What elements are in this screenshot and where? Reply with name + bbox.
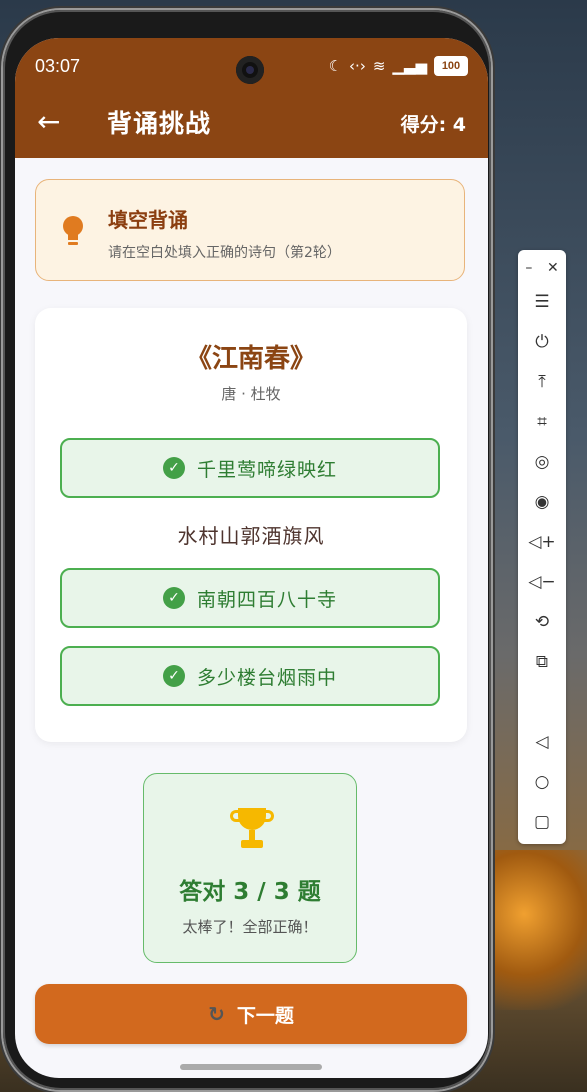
poem-line-answer: ✓ 南朝四百八十寺 — [60, 568, 440, 628]
volume-up-icon[interactable]: ◁+ — [518, 532, 566, 552]
next-question-button[interactable]: ↻ 下一题 — [35, 984, 467, 1044]
volume-down-icon[interactable]: ◁− — [518, 572, 566, 592]
page-title: 背诵挑战 — [107, 109, 212, 138]
poem-line-answer: ✓ 多少楼台烟雨中 — [60, 646, 440, 706]
back-icon[interactable]: ◁ — [518, 732, 566, 752]
score-label: 得分: 4 — [400, 114, 466, 136]
check-circle-icon: ✓ — [162, 587, 185, 609]
trophy-icon — [230, 808, 274, 856]
result-score: 答对 3 / 3 题 — [179, 879, 321, 905]
tip-subtitle: 请在空白处填入正确的诗句（第2轮） — [108, 245, 341, 261]
refresh-icon: ↻ — [208, 1002, 225, 1026]
status-icons: ☾ ‹·› ≋ ▁▃▅ 100 — [329, 56, 468, 76]
status-time: 03:07 — [35, 56, 81, 76]
mode-tip-card: 填空背诵 请在空白处填入正确的诗句（第2轮） — [35, 179, 465, 281]
record-icon[interactable]: ◉ — [518, 492, 566, 512]
close-icon[interactable]: ✕ — [547, 260, 559, 276]
side-toolbar: – ✕ ☰ ⏻ ⤒ ⌗ ◎ ◉ ◁+ ◁− ⟲ ⧉ ◁ ○ ▢ — [518, 250, 566, 844]
poem-line-text: 南朝四百八十寺 — [196, 588, 337, 611]
data-sync-icon: ‹·› — [349, 56, 366, 75]
screenshot-icon[interactable]: ⧉ — [518, 652, 566, 672]
power-icon[interactable]: ⏻ — [518, 332, 566, 352]
result-message: 太棒了！全部正确！ — [182, 918, 318, 936]
next-button-label: 下一题 — [236, 1004, 294, 1027]
battery-icon: 100 — [434, 56, 468, 76]
lightbulb-icon — [62, 216, 84, 248]
rotate-icon[interactable]: ◎ — [518, 452, 566, 472]
check-circle-icon: ✓ — [162, 665, 185, 687]
minimize-icon[interactable]: – — [525, 260, 532, 276]
poem-line-given: 水村山郭酒旗风 — [177, 524, 325, 548]
result-card: 答对 3 / 3 题 太棒了！全部正确！ — [143, 773, 357, 963]
recents-icon[interactable]: ▢ — [518, 812, 566, 832]
app-header: 03:07 ☾ ‹·› ≋ ▁▃▅ 100 ← 背诵挑战 得分: 4 — [15, 38, 488, 158]
home-indicator[interactable] — [180, 1064, 322, 1070]
app-bar: ← 背诵挑战 得分: 4 — [15, 100, 488, 144]
poem-title: 《江南春》 — [185, 344, 316, 374]
phone-frame: 03:07 ☾ ‹·› ≋ ▁▃▅ 100 ← 背诵挑战 得分: 4 填空背诵 … — [3, 10, 491, 1090]
phone-screen: 03:07 ☾ ‹·› ≋ ▁▃▅ 100 ← 背诵挑战 得分: 4 填空背诵 … — [15, 38, 488, 1078]
menu-icon[interactable]: ☰ — [518, 292, 566, 312]
moon-icon: ☾ — [328, 56, 343, 75]
front-camera — [236, 56, 264, 84]
poem-line-text: 多少楼台烟雨中 — [196, 666, 337, 689]
home-icon[interactable]: ○ — [518, 772, 566, 792]
check-circle-icon: ✓ — [162, 457, 185, 479]
poem-line-answer: ✓ 千里莺啼绿映红 — [60, 438, 440, 498]
wifi-icon: ≋ — [372, 56, 386, 75]
poem-line-text: 千里莺啼绿映红 — [196, 458, 337, 481]
poem-author: 唐 · 杜牧 — [221, 385, 281, 403]
poem-card: 《江南春》 唐 · 杜牧 ✓ 千里莺啼绿映红 水村山郭酒旗风 ✓ 南朝四百八十寺… — [35, 308, 467, 742]
side-toolbar-header: – ✕ — [518, 260, 566, 276]
signal-icon: ▁▃▅ — [392, 56, 427, 75]
status-bar: 03:07 ☾ ‹·› ≋ ▁▃▅ 100 — [15, 38, 488, 94]
pin-top-icon[interactable]: ⤒ — [518, 372, 566, 392]
rotate-screen-icon[interactable]: ⟲ — [518, 612, 566, 632]
back-arrow-icon[interactable]: ← — [37, 102, 60, 142]
crop-icon[interactable]: ⌗ — [518, 412, 566, 432]
tip-title: 填空背诵 — [108, 208, 188, 232]
